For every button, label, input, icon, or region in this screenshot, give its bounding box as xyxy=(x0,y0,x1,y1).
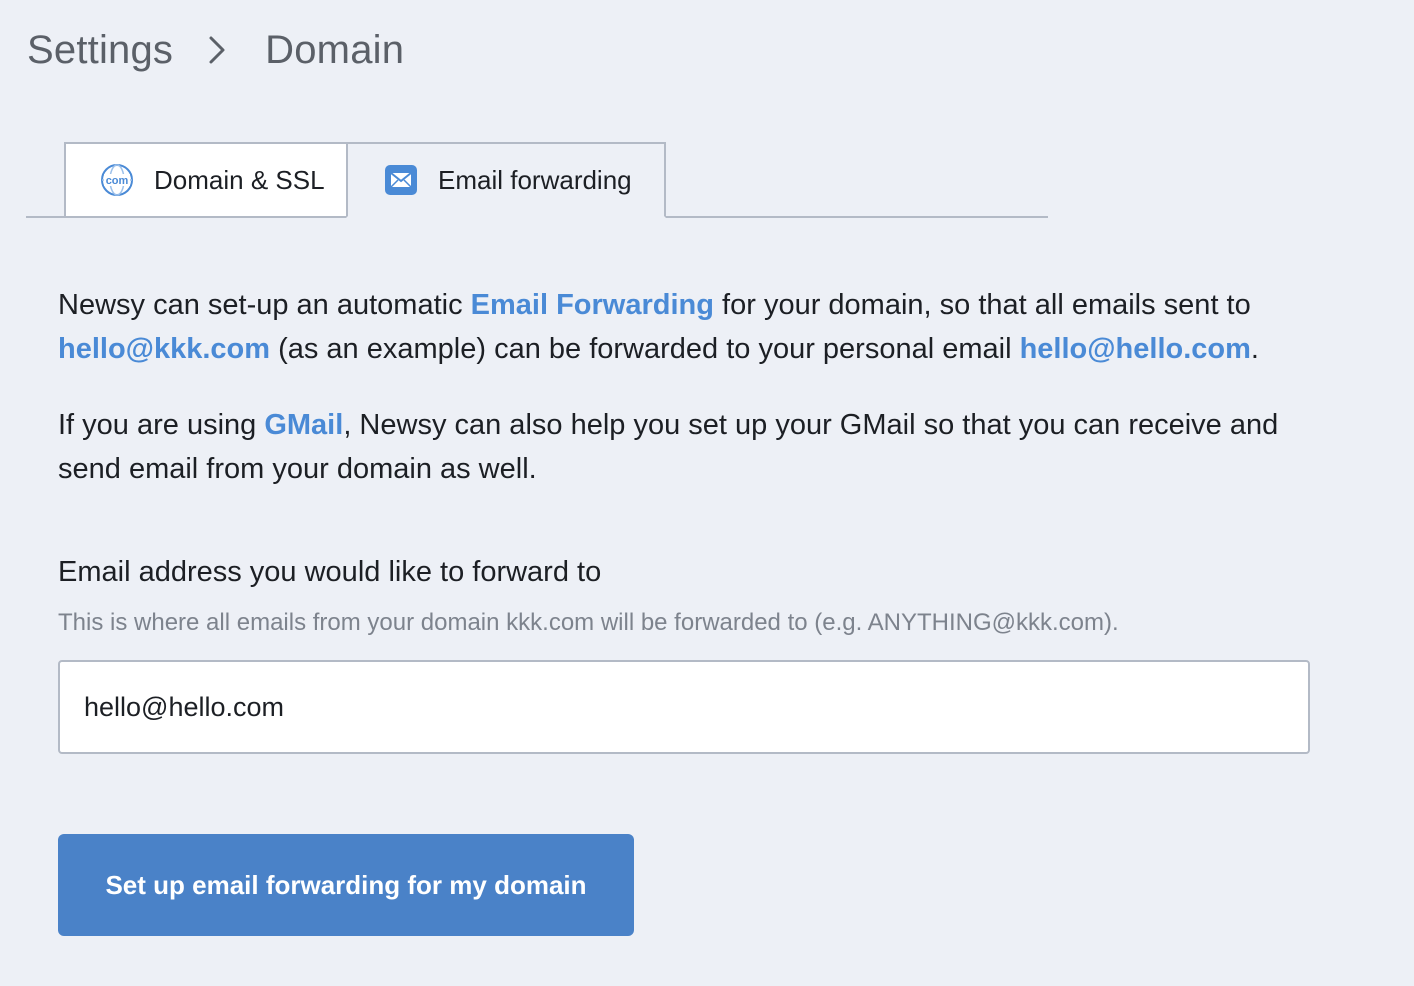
envelope-icon xyxy=(385,165,417,195)
forward-email-help-text: This is where all emails from your domai… xyxy=(58,609,1119,636)
forward-email-input[interactable] xyxy=(58,660,1310,754)
intro-paragraph-gmail: If you are using GMail, Newsy can also h… xyxy=(58,403,1298,491)
intro-text: for your domain, so that all emails sent… xyxy=(713,289,1251,321)
setup-email-forwarding-button[interactable]: Set up email forwarding for my domain xyxy=(58,834,634,936)
breadcrumb-settings-link[interactable]: Settings xyxy=(27,28,173,73)
email-forwarding-link[interactable]: Email Forwarding xyxy=(471,289,714,321)
intro-text: (as an example) can be forwarded to your… xyxy=(270,333,1020,365)
example-domain-email-link[interactable]: hello@kkk.com xyxy=(58,333,270,365)
forward-email-label: Email address you would like to forward … xyxy=(58,556,602,588)
personal-email-link[interactable]: hello@hello.com xyxy=(1020,333,1251,365)
intro-text: Newsy can set-up an automatic xyxy=(58,289,471,321)
tab-domain-ssl[interactable]: com Domain & SSL xyxy=(64,142,348,218)
tab-email-forwarding-label: Email forwarding xyxy=(438,164,632,195)
svg-text:com: com xyxy=(106,175,129,187)
intro-paragraph-forwarding: Newsy can set-up an automatic Email Forw… xyxy=(58,283,1298,371)
breadcrumb-current: Domain xyxy=(265,27,405,72)
breadcrumb: Settings Domain xyxy=(27,24,404,76)
tab-bar: com Domain & SSL Email forwarding xyxy=(26,142,1048,218)
tab-email-forwarding[interactable]: Email forwarding xyxy=(346,142,666,218)
tab-domain-ssl-label: Domain & SSL xyxy=(154,164,325,195)
chevron-right-icon xyxy=(209,36,225,64)
globe-com-icon: com xyxy=(101,164,133,196)
gmail-link[interactable]: GMail xyxy=(264,409,343,441)
intro-text: . xyxy=(1250,333,1259,365)
intro-text: If you are using xyxy=(58,409,265,441)
